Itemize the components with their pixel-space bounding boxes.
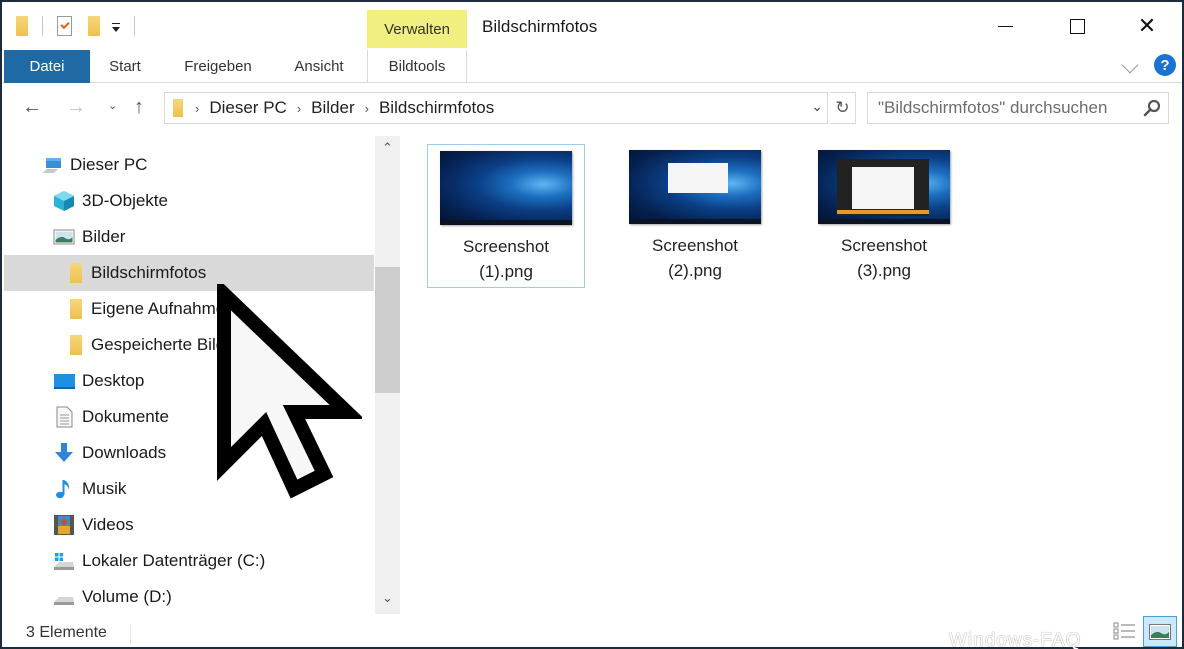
quick-access-toolbar xyxy=(16,16,149,36)
folder-icon xyxy=(70,263,82,283)
large-icons-view-button[interactable] xyxy=(1143,616,1177,647)
sidebar-item-label: Bildschirmfotos xyxy=(91,263,207,282)
minimize-button[interactable] xyxy=(982,10,1028,42)
properties-icon[interactable] xyxy=(57,16,72,36)
window-title: Bildschirmfotos xyxy=(482,17,598,36)
sidebar-item-label: Dieser PC xyxy=(70,155,148,174)
sidebar-item-videos[interactable]: Videos xyxy=(4,507,374,543)
large-icons-view-icon xyxy=(1149,623,1171,640)
music-icon xyxy=(56,480,70,499)
sidebar-item-bilder[interactable]: Bilder xyxy=(4,219,374,255)
sidebar-item-label: Downloads xyxy=(82,443,167,462)
file-item[interactable]: Screenshot (3).png xyxy=(805,144,963,288)
3d-objects-icon xyxy=(54,191,74,211)
close-icon: ✕ xyxy=(1137,13,1157,38)
drive-icon xyxy=(54,597,74,605)
videos-icon xyxy=(54,515,74,535)
address-bar[interactable]: › Dieser PC › Bilder › Bildschirmfotos ⌄ xyxy=(164,92,828,124)
forward-button[interactable]: → xyxy=(66,96,86,119)
tab-ansicht[interactable]: Ansicht xyxy=(278,50,360,83)
navigation-bar: ← → ⌄ ↑ › Dieser PC › Bilder › Bildschir… xyxy=(2,84,1182,134)
title-bar: Verwalten Bildschirmfotos ✕ xyxy=(2,2,1182,50)
toolbar-divider xyxy=(42,16,43,36)
address-history-chevron-icon[interactable]: ⌄ xyxy=(811,98,823,115)
sidebar-item-volume-d[interactable]: Volume (D:) xyxy=(4,579,374,615)
close-button[interactable]: ✕ xyxy=(1124,10,1170,42)
image-thumbnail xyxy=(440,151,572,225)
pictures-icon xyxy=(53,229,75,245)
folder-icon xyxy=(70,299,82,319)
toolbar-divider xyxy=(134,16,135,36)
sidebar-item-dieser-pc[interactable]: Dieser PC xyxy=(4,147,374,183)
desktop-icon xyxy=(54,374,75,389)
sidebar-item-label: Bilder xyxy=(82,227,126,246)
sidebar-item-label: Volume (D:) xyxy=(82,587,172,606)
tab-freigeben[interactable]: Freigeben xyxy=(168,50,268,83)
file-name: Screenshot (1).png xyxy=(463,237,549,281)
maximize-button[interactable] xyxy=(1054,10,1100,42)
sidebar-item-label: 3D-Objekte xyxy=(82,191,168,210)
item-count: 3 Elemente xyxy=(26,624,107,641)
sidebar-item-label: Desktop xyxy=(82,371,145,390)
system-drive-icon xyxy=(54,553,74,570)
breadcrumb-separator[interactable]: › xyxy=(297,101,301,116)
breadcrumb-separator[interactable]: › xyxy=(365,101,369,116)
folder-icon xyxy=(173,99,183,117)
ribbon-tabs: Datei Start Freigeben Ansicht Bildtools … xyxy=(2,50,1182,83)
breadcrumb-bildschirmfotos[interactable]: Bildschirmfotos xyxy=(379,98,494,118)
file-name: Screenshot (3).png xyxy=(841,236,927,280)
image-thumbnail xyxy=(629,150,761,224)
watermark: Windows-FAQ xyxy=(949,630,1082,649)
mouse-pointer-overlay xyxy=(217,284,362,499)
tab-start[interactable]: Start xyxy=(92,50,158,83)
file-item[interactable]: Screenshot (2).png xyxy=(616,144,774,288)
navigation-pane-scrollbar[interactable]: ⌃ ⌄ xyxy=(375,136,400,614)
scroll-up-button[interactable]: ⌃ xyxy=(375,140,400,160)
computer-icon xyxy=(42,158,61,173)
breadcrumb-bilder[interactable]: Bilder xyxy=(311,98,354,118)
details-view-icon[interactable] xyxy=(1113,621,1137,643)
manage-contextual-tab[interactable]: Verwalten xyxy=(367,10,467,48)
minimize-icon xyxy=(997,25,1013,27)
file-name: Screenshot (2).png xyxy=(652,236,738,280)
new-folder-icon[interactable] xyxy=(88,16,100,36)
help-button[interactable]: ? xyxy=(1154,54,1176,76)
scroll-down-button[interactable]: ⌄ xyxy=(375,590,400,610)
breadcrumb-separator[interactable]: › xyxy=(195,101,199,116)
image-thumbnail xyxy=(818,150,950,224)
folder-icon[interactable] xyxy=(16,16,28,36)
maximize-icon xyxy=(1069,18,1085,34)
back-button[interactable]: ← xyxy=(22,96,42,119)
sidebar-item-label: Dokumente xyxy=(82,407,169,426)
sidebar-item-3d-objekte[interactable]: 3D-Objekte xyxy=(4,183,374,219)
documents-icon xyxy=(56,406,73,428)
sidebar-item-lokaler-datentraeger-c[interactable]: Lokaler Datenträger (C:) xyxy=(4,543,374,579)
sidebar-item-label: Musik xyxy=(82,479,127,498)
file-list: Screenshot (1).png Screenshot (2).png Sc… xyxy=(402,136,1184,614)
recent-locations-dropdown[interactable]: ⌄ xyxy=(108,99,117,112)
downloads-icon xyxy=(55,443,73,462)
search-icon[interactable] xyxy=(1143,99,1161,117)
file-item[interactable]: Screenshot (1).png xyxy=(427,144,585,288)
status-divider xyxy=(130,624,131,644)
folder-icon xyxy=(70,335,82,355)
scrollbar-thumb[interactable] xyxy=(375,267,400,393)
search-input[interactable]: "Bildschirmfotos" durchsuchen xyxy=(867,92,1169,124)
file-explorer-window: Verwalten Bildschirmfotos ✕ Datei Start … xyxy=(0,0,1184,649)
tab-datei[interactable]: Datei xyxy=(4,50,90,83)
tab-bildtools[interactable]: Bildtools xyxy=(367,50,467,83)
customize-toolbar-dropdown-icon[interactable] xyxy=(112,22,120,32)
up-button[interactable]: ↑ xyxy=(134,96,144,119)
expand-ribbon-chevron-icon[interactable] xyxy=(1121,56,1139,74)
sidebar-item-label: Lokaler Datenträger (C:) xyxy=(82,551,266,570)
refresh-button[interactable]: ↻ xyxy=(830,92,856,124)
breadcrumb-dieser-pc[interactable]: Dieser PC xyxy=(209,98,286,118)
sidebar-item-label: Videos xyxy=(82,515,134,534)
status-bar: 3 Elemente Windows-FAQ xyxy=(2,616,1182,649)
